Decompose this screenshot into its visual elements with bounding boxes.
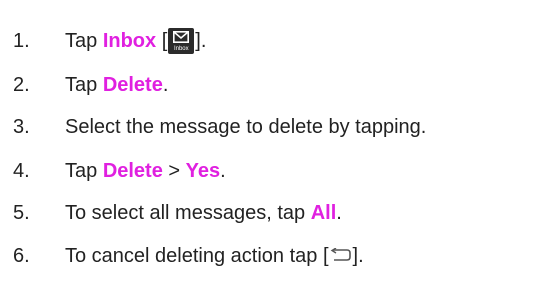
step-number: 5.: [13, 201, 30, 224]
step-text: Tap: [65, 73, 103, 96]
keyword-delete: Delete: [102, 73, 163, 96]
step-text: Tap: [65, 159, 103, 182]
keyword-delete: Delete: [102, 159, 163, 182]
step-text-end: .: [162, 73, 169, 96]
step-separator: >: [162, 159, 186, 182]
keyword-yes: Yes: [185, 159, 221, 182]
step-text: Tap: [65, 29, 103, 52]
inbox-icon: Inbox: [168, 28, 195, 54]
step-6: 6. To cancel deleting action tap [ ].: [13, 240, 364, 272]
back-arrow-icon: [330, 245, 352, 268]
step-number: 1.: [13, 29, 30, 52]
keyword-all: All: [310, 201, 337, 224]
step-4: 4. Tap Delete > Yes .: [13, 155, 226, 187]
step-5: 5. To select all messages, tap All .: [13, 197, 342, 229]
bracket-close: ].: [195, 29, 207, 52]
step-text-end: .: [220, 159, 226, 182]
instruction-steps: 1. Tap Inbox [ Inbox ]. 2. Tap Delete . …: [0, 0, 546, 284]
step-number: 2.: [13, 73, 30, 96]
step-text: To cancel deleting action tap [: [65, 244, 329, 267]
step-text-end: .: [336, 201, 342, 224]
step-3: 3. Select the message to delete by tappi…: [13, 111, 426, 143]
step-number: 3.: [13, 115, 30, 138]
step-text-end: ].: [352, 244, 364, 267]
step-number: 4.: [13, 159, 30, 182]
step-1: 1. Tap Inbox [ Inbox ].: [13, 25, 206, 57]
keyword-inbox: Inbox: [102, 29, 157, 52]
step-number: 6.: [13, 244, 30, 267]
step-2: 2. Tap Delete .: [13, 69, 168, 101]
step-text: Select the message to delete by tapping.: [65, 115, 427, 138]
bracket-open: [: [156, 29, 168, 52]
step-text: To select all messages, tap: [65, 201, 311, 224]
inbox-icon-label: Inbox: [173, 46, 189, 52]
